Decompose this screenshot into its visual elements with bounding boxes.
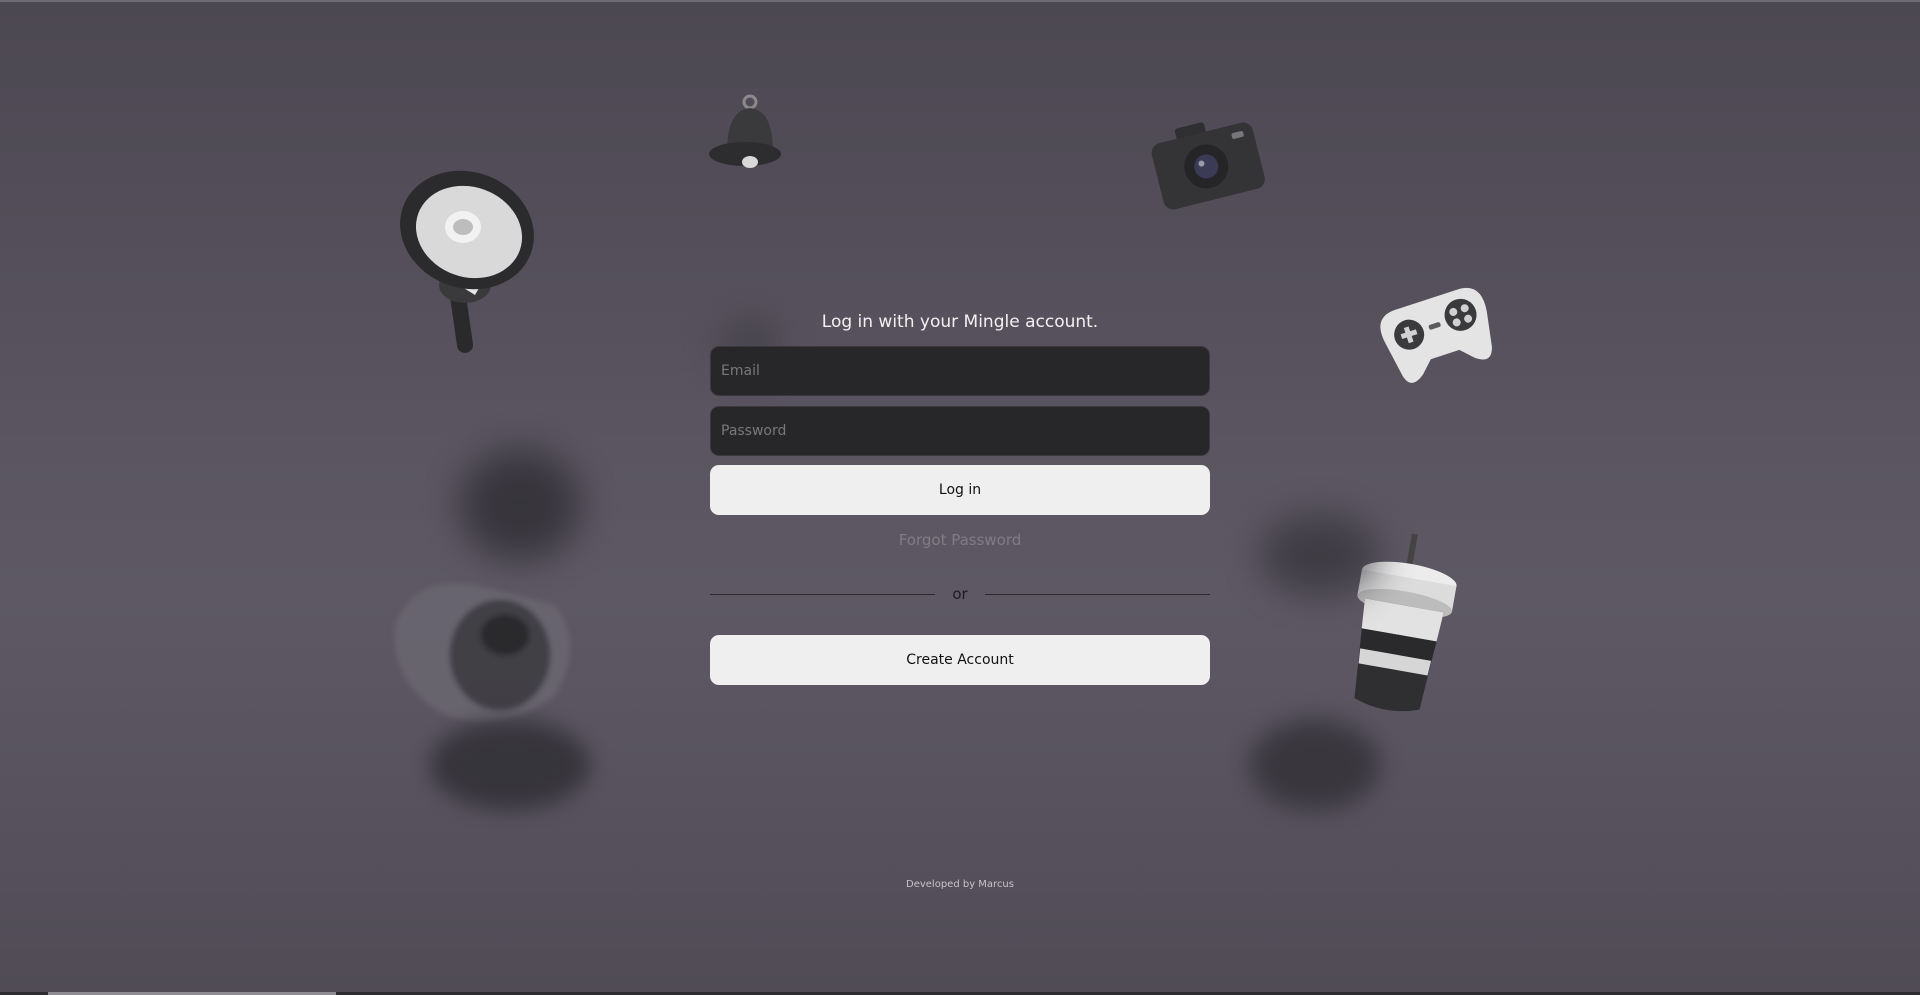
blurred-shadow — [460, 450, 580, 560]
blurred-object — [394, 583, 570, 722]
forgot-password-link[interactable]: Forgot Password — [710, 531, 1210, 549]
gamepad-icon — [1380, 287, 1492, 383]
login-panel: Log in with your Mingle account. Log in … — [710, 308, 1210, 685]
login-button[interactable]: Log in — [710, 465, 1210, 515]
footer-credit: Developed by Marcus — [906, 879, 1014, 890]
email-field[interactable] — [710, 346, 1210, 396]
password-field[interactable] — [710, 406, 1210, 456]
create-account-button[interactable]: Create Account — [710, 635, 1210, 685]
bell-icon — [709, 94, 781, 168]
divider-line-right — [985, 594, 1210, 595]
blurred-shadow — [1250, 720, 1380, 810]
window-top-edge — [0, 0, 1920, 2]
page-title: Log in with your Mingle account. — [821, 312, 1099, 332]
camera-icon — [1151, 122, 1265, 210]
blurred-shadow — [1260, 515, 1380, 595]
megaphone-icon — [400, 170, 534, 353]
blurred-shadow — [430, 720, 590, 810]
or-divider: or — [710, 584, 1210, 604]
